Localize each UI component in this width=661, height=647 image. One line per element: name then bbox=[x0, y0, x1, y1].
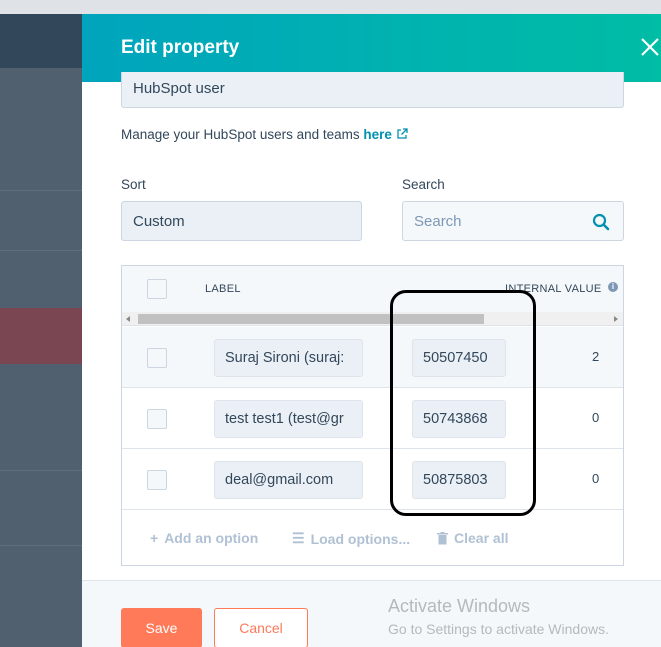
option-label-input[interactable]: deal@gmail.com bbox=[214, 461, 363, 499]
edit-property-panel: Edit property HubSpot user Manage your H… bbox=[82, 14, 661, 647]
panel-title: Edit property bbox=[121, 37, 240, 58]
activate-windows-title: Activate Windows bbox=[388, 596, 531, 616]
info-icon[interactable]: i bbox=[608, 282, 618, 292]
save-button[interactable]: Save bbox=[121, 608, 202, 647]
scroll-thumb[interactable] bbox=[138, 314, 484, 324]
table-footer: + Add an option ☰ Load options... Clear … bbox=[122, 510, 623, 565]
browser-bar bbox=[0, 0, 661, 14]
search-input[interactable] bbox=[403, 202, 583, 240]
background-divider bbox=[0, 545, 82, 546]
clear-all-button[interactable]: Clear all bbox=[437, 530, 508, 546]
panel-footer: Save Cancel Activate Windows Go to Setti… bbox=[82, 580, 661, 647]
table-row: deal@gmail.com 50875803 0 bbox=[122, 449, 623, 510]
option-internal-value-input[interactable]: 50743868 bbox=[412, 400, 506, 438]
column-label: LABEL bbox=[205, 283, 241, 295]
option-count: 0 bbox=[592, 471, 600, 486]
option-internal-value-input[interactable]: 50875803 bbox=[412, 461, 506, 499]
plus-icon: + bbox=[150, 530, 159, 546]
manage-users-text: Manage your HubSpot users and teams here bbox=[121, 127, 408, 142]
background-divider bbox=[0, 470, 82, 471]
select-all-checkbox[interactable] bbox=[147, 279, 167, 299]
options-table: LABEL INTERNAL VALUE i Suraj Sironi (sur… bbox=[121, 265, 624, 566]
external-link-icon[interactable] bbox=[396, 128, 408, 140]
trash-icon bbox=[437, 531, 448, 544]
activate-windows-subtitle: Go to Settings to activate Windows. bbox=[388, 621, 609, 637]
option-label-input[interactable]: Suraj Sironi (suraj: bbox=[214, 339, 363, 377]
search-icon[interactable] bbox=[592, 213, 610, 231]
search-label: Search bbox=[402, 177, 445, 192]
table-header: LABEL INTERNAL VALUE i bbox=[122, 266, 623, 312]
load-options-button[interactable]: ☰ Load options... bbox=[292, 530, 410, 547]
manage-users-link[interactable]: here bbox=[363, 127, 392, 142]
background-divider bbox=[0, 190, 82, 191]
load-options-label: Load options... bbox=[310, 530, 411, 547]
background-highlight bbox=[0, 308, 82, 364]
manage-users-label: Manage your HubSpot users and teams bbox=[121, 127, 364, 142]
list-icon: ☰ bbox=[292, 530, 305, 546]
add-option-button[interactable]: + Add an option bbox=[150, 530, 258, 546]
option-count: 2 bbox=[592, 349, 600, 364]
field-type-value[interactable]: HubSpot user bbox=[121, 72, 624, 108]
option-internal-value-input[interactable]: 50507450 bbox=[412, 339, 506, 377]
row-checkbox[interactable] bbox=[147, 470, 167, 490]
horizontal-scrollbar[interactable] bbox=[122, 312, 623, 326]
background-divider bbox=[0, 250, 82, 251]
background-header bbox=[0, 14, 82, 68]
search-box bbox=[402, 201, 624, 241]
scroll-right-icon[interactable] bbox=[614, 316, 618, 322]
close-icon[interactable] bbox=[639, 36, 661, 58]
sort-select[interactable]: Custom bbox=[121, 201, 362, 241]
table-row: test test1 (test@gr 50743868 0 bbox=[122, 388, 623, 449]
table-row: Suraj Sironi (suraj: 50507450 2 bbox=[122, 327, 623, 388]
column-internal-value: INTERNAL VALUE bbox=[505, 283, 602, 295]
scroll-left-icon[interactable] bbox=[126, 316, 130, 322]
add-option-label: Add an option bbox=[164, 530, 259, 546]
option-label-input[interactable]: test test1 (test@gr bbox=[214, 400, 363, 438]
row-checkbox[interactable] bbox=[147, 409, 167, 429]
sort-label: Sort bbox=[121, 177, 146, 192]
option-count: 0 bbox=[592, 410, 600, 425]
clear-all-label: Clear all bbox=[454, 530, 509, 546]
cancel-button[interactable]: Cancel bbox=[214, 608, 308, 647]
row-checkbox[interactable] bbox=[147, 348, 167, 368]
